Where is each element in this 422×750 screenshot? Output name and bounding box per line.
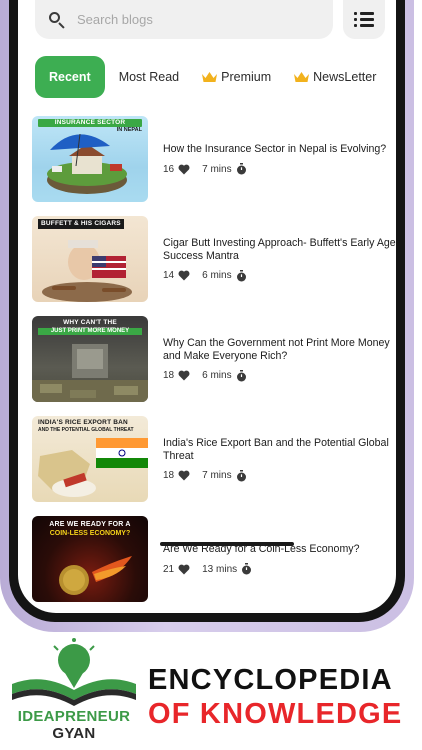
stopwatch-icon	[242, 563, 252, 575]
heart-icon[interactable]	[178, 270, 190, 281]
list-menu-button[interactable]	[343, 0, 385, 39]
thumbnail-title: BUFFETT & HIS CIGARS	[38, 219, 124, 229]
read-time: 7 mins	[202, 163, 232, 175]
read-time: 6 mins	[202, 270, 232, 281]
blog-list: INSURANCE SECTOR IN NEPAL How the Insura…	[32, 116, 396, 613]
heart-icon[interactable]	[178, 370, 190, 381]
like-count: 18	[163, 470, 175, 481]
blog-info: Why Can the Government not Print More Mo…	[148, 316, 396, 416]
tab-premium[interactable]: Premium	[201, 56, 271, 98]
read-time: 6 mins	[202, 370, 232, 381]
list-icon-line	[354, 24, 374, 27]
like-count: 18	[163, 370, 175, 381]
like-count: 14	[163, 270, 175, 281]
tab-most-read[interactable]: Most Read	[119, 56, 179, 98]
blog-thumbnail: INDIA'S RICE EXPORT BAN AND THE POTENTIA…	[32, 416, 148, 502]
blog-info: How the Insurance Sector in Nepal is Evo…	[148, 116, 396, 216]
tab-label: Premium	[221, 70, 272, 84]
like-count: 21	[163, 563, 175, 575]
blog-card[interactable]: INDIA'S RICE EXPORT BAN AND THE POTENTIA…	[32, 416, 396, 516]
slogan-line1: ENCYCLOPEDIA	[148, 664, 393, 696]
brand-name-line2: GYAN	[52, 725, 96, 742]
crown-icon	[202, 72, 218, 82]
heart-icon[interactable]	[178, 470, 190, 481]
phone-frame: Recent Most Read Premium NewsLetter	[0, 0, 414, 632]
stopwatch-icon	[236, 369, 246, 381]
tab-label: Recent	[49, 70, 91, 84]
thumbnail-subtitle: AND THE POTENTIAL GLOBAL THREAT	[38, 427, 134, 433]
thumbnail-title: ARE WE READY FOR A	[49, 521, 131, 528]
like-count: 16	[163, 163, 175, 175]
tab-label: Most Read	[118, 70, 180, 84]
search-icon	[47, 10, 67, 30]
tab-label: NewsLetter	[313, 70, 377, 84]
blog-title[interactable]: Cigar Butt Investing Approach- Buffett's…	[163, 237, 396, 263]
thumbnail-subtitle: IN NEPAL	[116, 127, 142, 133]
blog-info: Are We Ready for a Coin-Less Economy? 21…	[148, 516, 396, 613]
category-tabs: Recent Most Read Premium NewsLetter	[35, 56, 396, 98]
blog-card[interactable]: INSURANCE SECTOR IN NEPAL How the Insura…	[32, 116, 396, 216]
thumbnail-title: INSURANCE SECTOR	[38, 119, 142, 127]
blog-thumbnail: BUFFETT & HIS CIGARS	[32, 216, 148, 302]
search-input[interactable]	[77, 12, 297, 27]
thumbnail-title: INDIA'S RICE EXPORT BAN	[38, 419, 128, 426]
stopwatch-icon	[236, 269, 246, 281]
search-bar[interactable]	[35, 0, 333, 39]
brand-footer: IDEAPRENEUR GYAN ENCYCLOPEDIA OF KNOWLED…	[0, 636, 422, 750]
thumbnail-subtitle: JUST PRINT MORE MONEY	[38, 328, 142, 335]
read-time: 7 mins	[202, 470, 232, 481]
list-icon	[354, 12, 374, 15]
blog-card[interactable]: BUFFETT & HIS CIGARS Cigar Butt Investin…	[32, 216, 396, 316]
stopwatch-icon	[236, 469, 246, 481]
heart-icon[interactable]	[178, 564, 190, 575]
phone-screen: Recent Most Read Premium NewsLetter	[18, 0, 396, 613]
read-time: 13 mins	[202, 563, 238, 575]
blog-title[interactable]: India's Rice Export Ban and the Potentia…	[163, 437, 396, 463]
crown-icon	[294, 72, 310, 82]
app-screen: Recent Most Read Premium NewsLetter	[18, 0, 396, 613]
phone-bezel: Recent Most Read Premium NewsLetter	[9, 0, 405, 622]
thumbnail-subtitle: COIN-LESS ECONOMY?	[49, 530, 131, 537]
tab-recent[interactable]: Recent	[35, 56, 105, 98]
slogan-line2: OF KNOWLEDGE	[148, 698, 403, 730]
brand-name-line1: IDEAPRENEUR	[17, 708, 131, 725]
blog-info: India's Rice Export Ban and the Potentia…	[148, 416, 396, 516]
blog-info: Cigar Butt Investing Approach- Buffett's…	[148, 216, 396, 316]
home-indicator[interactable]	[160, 542, 294, 546]
blog-title[interactable]: How the Insurance Sector in Nepal is Evo…	[163, 143, 396, 156]
blog-thumbnail: INSURANCE SECTOR IN NEPAL	[32, 116, 148, 202]
stopwatch-icon	[236, 163, 246, 175]
blog-meta: 18 7 mins	[163, 469, 396, 482]
blog-meta: 21 13 mins	[163, 563, 396, 575]
blog-meta: 16 7 mins	[163, 163, 396, 175]
blog-meta: 18 6 mins	[163, 369, 396, 382]
list-icon-line	[354, 18, 374, 21]
tab-newsletter[interactable]: NewsLetter	[293, 56, 376, 98]
heart-icon[interactable]	[178, 164, 190, 175]
blog-card[interactable]: ARE WE READY FOR A COIN-LESS ECONOMY? Ar…	[32, 516, 396, 613]
blog-thumbnail: WHY CAN'T THE GOVERNMENT JUST PRINT MORE…	[32, 316, 148, 402]
blog-card[interactable]: WHY CAN'T THE GOVERNMENT JUST PRINT MORE…	[32, 316, 396, 416]
blog-meta: 14 6 mins	[163, 269, 396, 282]
blog-thumbnail: ARE WE READY FOR A COIN-LESS ECONOMY?	[32, 516, 148, 602]
blog-title[interactable]: Why Can the Government not Print More Mo…	[163, 337, 396, 363]
